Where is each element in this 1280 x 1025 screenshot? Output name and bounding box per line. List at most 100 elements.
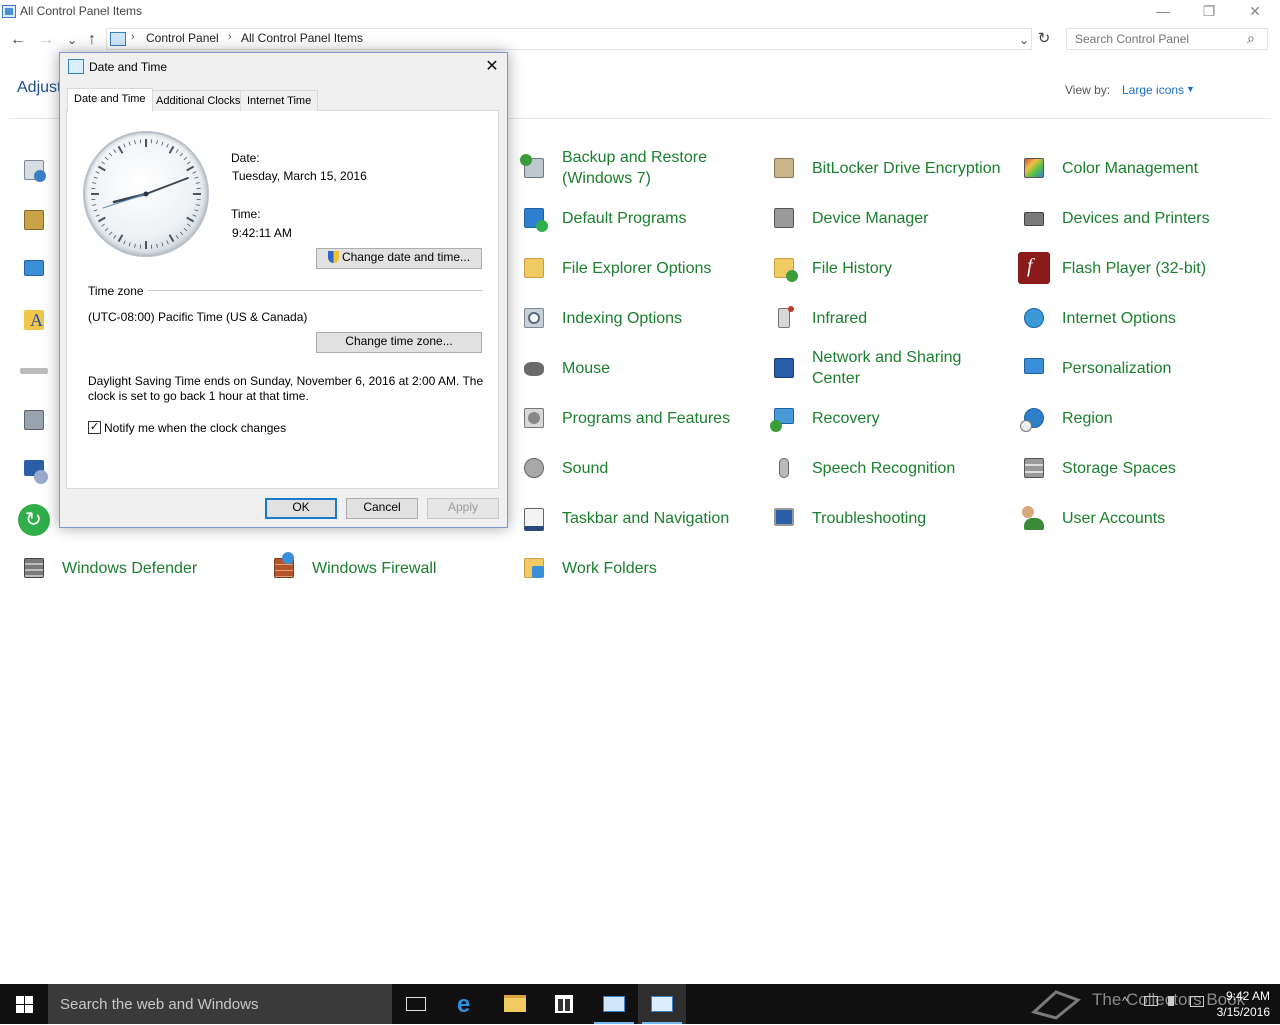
tab-internet-time[interactable]: Internet Time <box>240 90 318 111</box>
item-speech-recognition[interactable]: Speech Recognition <box>768 446 955 490</box>
item-label[interactable]: Network and Sharing Center <box>812 347 992 389</box>
item-personalization[interactable]: Personalization <box>1018 346 1171 390</box>
file-explorer-icon[interactable] <box>491 984 539 1024</box>
apply-button[interactable]: Apply <box>427 498 499 519</box>
item-network-and-sharing[interactable]: Network and Sharing Center <box>768 346 992 390</box>
item-infrared[interactable]: Infrared <box>768 296 867 340</box>
item-programs-and-features[interactable]: Programs and Features <box>518 396 730 440</box>
item-label[interactable]: Flash Player (32-bit) <box>1062 258 1206 279</box>
start-button[interactable] <box>0 984 48 1024</box>
close-window-button[interactable]: ✕ <box>1232 0 1278 24</box>
control-panel-taskbar-icon[interactable] <box>590 984 638 1024</box>
item-label[interactable]: File Explorer Options <box>562 258 711 279</box>
item-user-accounts[interactable]: User Accounts <box>1018 496 1165 540</box>
item-label[interactable]: Windows Defender <box>62 558 197 579</box>
item-label[interactable]: Recovery <box>812 408 880 429</box>
item-mouse[interactable]: Mouse <box>518 346 610 390</box>
item-label[interactable]: Internet Options <box>1062 308 1176 329</box>
item-region[interactable]: Region <box>1018 396 1113 440</box>
action-center-icon[interactable] <box>18 154 50 186</box>
item-label[interactable]: Speech Recognition <box>812 458 955 479</box>
minimize-button[interactable]: — <box>1140 0 1186 24</box>
ok-button[interactable]: OK <box>265 498 337 519</box>
item-sound[interactable]: Sound <box>518 446 608 490</box>
action-center-tray-icon[interactable] <box>1190 994 1204 1007</box>
search-input[interactable] <box>1067 29 1237 49</box>
item-backup-and-restore[interactable]: Backup and Restore (Windows 7) <box>518 146 742 190</box>
item-label[interactable]: Indexing Options <box>562 308 682 329</box>
item-label[interactable]: Region <box>1062 408 1113 429</box>
item-label[interactable]: User Accounts <box>1062 508 1165 529</box>
item-label[interactable]: Default Programs <box>562 208 687 229</box>
taskbar-time[interactable]: 9:42 AM <box>1214 988 1270 1004</box>
breadcrumb-separator[interactable]: › <box>131 31 135 43</box>
taskbar-date[interactable]: 3/15/2016 <box>1214 1004 1270 1020</box>
back-arrow-icon[interactable]: ← <box>8 30 28 50</box>
tab-date-and-time[interactable]: Date and Time <box>67 88 153 112</box>
view-by-dropdown[interactable]: Large icons <box>1122 83 1184 97</box>
item-flash-player[interactable]: f Flash Player (32-bit) <box>1018 246 1206 290</box>
breadcrumb-separator[interactable]: › <box>228 31 232 43</box>
search-icon[interactable]: ⌕ <box>1247 30 1255 47</box>
administrative-tools-icon[interactable] <box>18 204 50 236</box>
item-label[interactable]: Mouse <box>562 358 610 379</box>
view-by-caret-icon[interactable]: ▼ <box>1186 84 1195 94</box>
item-label[interactable]: Infrared <box>812 308 867 329</box>
item-bitlocker[interactable]: BitLocker Drive Encryption <box>768 146 1001 190</box>
address-dropdown-chevron-icon[interactable]: ⌄ <box>1014 30 1034 50</box>
cancel-button[interactable]: Cancel <box>346 498 418 519</box>
item-label[interactable]: Sound <box>562 458 608 479</box>
item-file-explorer-options[interactable]: File Explorer Options <box>518 246 711 290</box>
item-label[interactable]: Windows Firewall <box>312 558 436 579</box>
taskbar-clock[interactable]: 9:42 AM 3/15/2016 <box>1214 988 1270 1020</box>
item-label[interactable]: Devices and Printers <box>1062 208 1210 229</box>
fonts-icon[interactable]: A <box>18 304 50 336</box>
item-windows-firewall[interactable]: Windows Firewall <box>268 546 436 590</box>
item-device-manager[interactable]: Device Manager <box>768 196 929 240</box>
item-default-programs[interactable]: Default Programs <box>518 196 687 240</box>
sync-center-icon[interactable]: ↻ <box>18 504 50 536</box>
up-arrow-icon[interactable]: ↑ <box>82 30 102 50</box>
item-label[interactable]: Personalization <box>1062 358 1171 379</box>
item-label[interactable]: File History <box>812 258 892 279</box>
breadcrumb-control-panel[interactable]: Control Panel <box>146 31 219 45</box>
breadcrumb-all-items[interactable]: All Control Panel Items <box>241 31 363 45</box>
item-color-management[interactable]: Color Management <box>1018 146 1198 190</box>
refresh-icon[interactable]: ↻ <box>1034 29 1054 49</box>
network-tray-icon[interactable] <box>1144 994 1158 1006</box>
volume-tray-icon[interactable] <box>1168 994 1176 1006</box>
notify-checkbox[interactable]: ✓ <box>88 421 101 434</box>
search-box[interactable]: ⌕ <box>1066 28 1268 50</box>
item-label[interactable]: BitLocker Drive Encryption <box>812 158 1001 179</box>
phone-and-modem-icon[interactable] <box>18 404 50 436</box>
forward-arrow-icon[interactable]: → <box>36 30 56 50</box>
tab-additional-clocks[interactable]: Additional Clocks <box>149 90 247 111</box>
date-time-taskbar-icon[interactable] <box>638 984 686 1024</box>
edge-icon[interactable]: e <box>442 984 490 1024</box>
notify-label[interactable]: Notify me when the clock changes <box>104 421 286 435</box>
item-taskbar-and-navigation[interactable]: Taskbar and Navigation <box>518 496 729 540</box>
item-recovery[interactable]: Recovery <box>768 396 880 440</box>
item-windows-defender[interactable]: Windows Defender <box>18 546 197 590</box>
item-storage-spaces[interactable]: Storage Spaces <box>1018 446 1176 490</box>
item-label[interactable]: Backup and Restore (Windows 7) <box>562 147 742 189</box>
remoteapp-icon[interactable] <box>18 454 50 486</box>
tray-chevron-icon[interactable]: ^ <box>1122 994 1128 1008</box>
display-icon[interactable] <box>18 254 50 286</box>
item-label[interactable]: Programs and Features <box>562 408 730 429</box>
item-work-folders[interactable]: Work Folders <box>518 546 657 590</box>
item-label[interactable]: Troubleshooting <box>812 508 926 529</box>
change-date-time-button[interactable]: Change date and time... <box>316 248 482 269</box>
item-devices-and-printers[interactable]: Devices and Printers <box>1018 196 1210 240</box>
keyboard-icon[interactable] <box>18 354 50 386</box>
item-indexing-options[interactable]: Indexing Options <box>518 296 682 340</box>
taskbar-search-placeholder[interactable]: Search the web and Windows <box>60 996 258 1013</box>
item-troubleshooting[interactable]: Troubleshooting <box>768 496 926 540</box>
item-file-history[interactable]: File History <box>768 246 892 290</box>
item-label[interactable]: Storage Spaces <box>1062 458 1176 479</box>
item-label[interactable]: Color Management <box>1062 158 1198 179</box>
taskbar-search-box[interactable]: Search the web and Windows <box>48 984 392 1024</box>
change-time-zone-button[interactable]: Change time zone... <box>316 332 482 353</box>
item-label[interactable]: Taskbar and Navigation <box>562 508 729 529</box>
recent-locations-chevron-icon[interactable]: ⌄ <box>62 30 82 50</box>
